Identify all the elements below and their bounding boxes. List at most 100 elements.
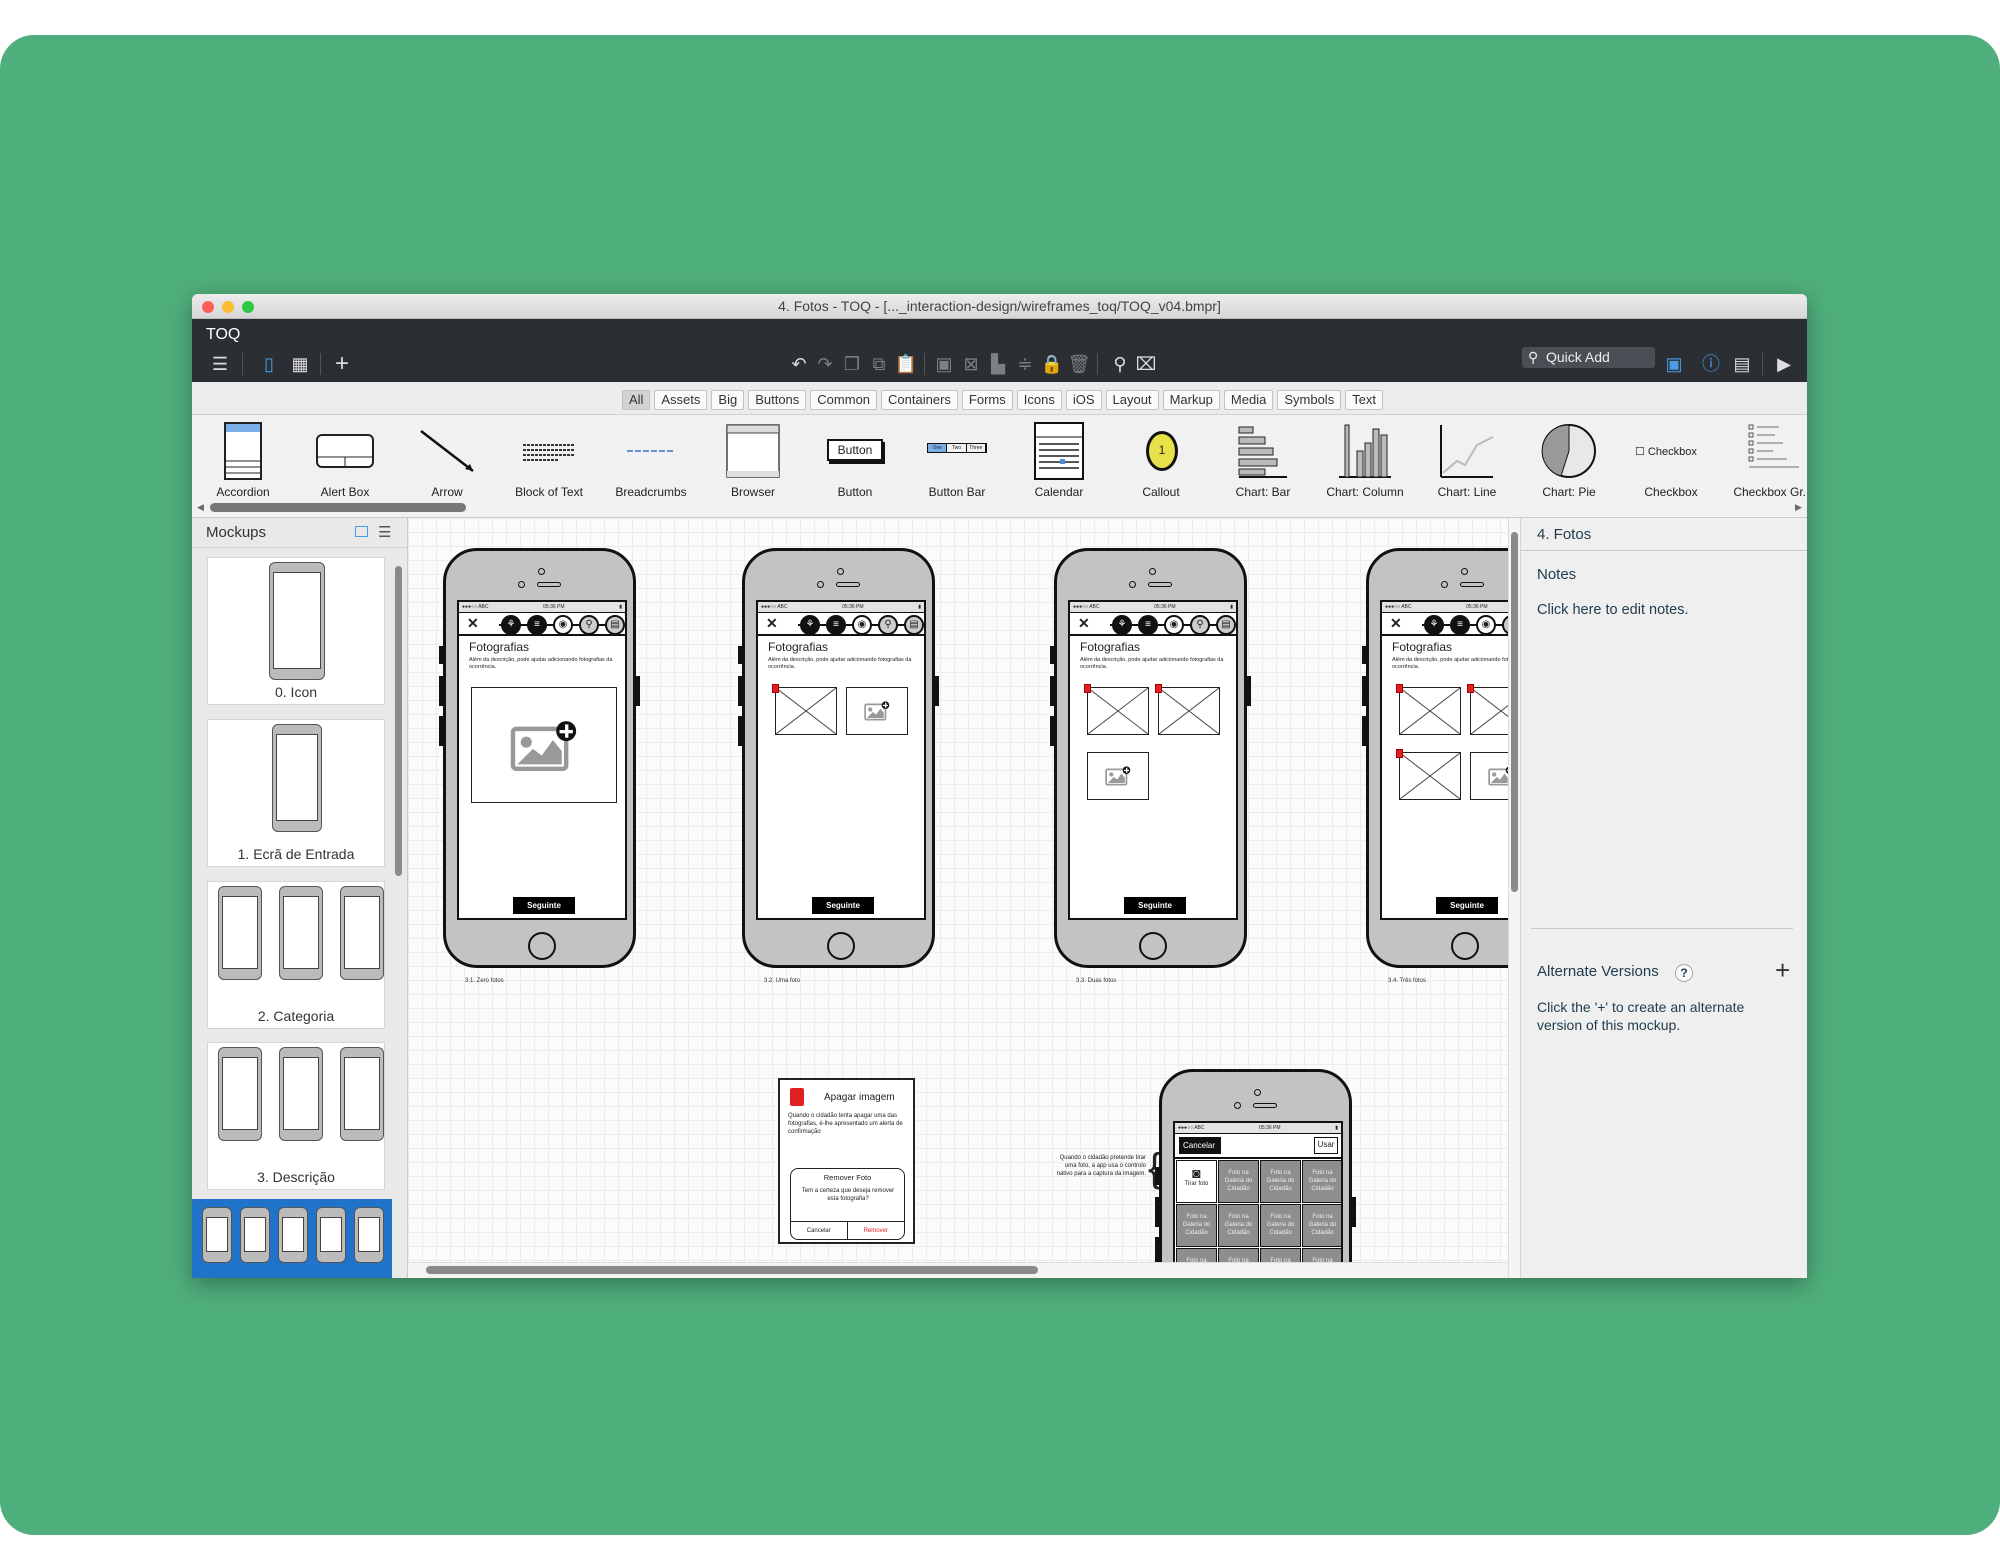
add-photo-slot[interactable] [1087, 752, 1149, 800]
add-mockup-icon[interactable]: + [330, 352, 354, 376]
delete-photo-icon[interactable] [1084, 684, 1091, 693]
close-icon[interactable]: ✕ [766, 615, 778, 632]
camera-icon[interactable]: ◉ [852, 615, 872, 635]
cancel-button[interactable]: Cancelar [1179, 1137, 1221, 1154]
notes-field[interactable]: Click here to edit notes. [1537, 602, 1689, 618]
delete-photo-icon[interactable] [1467, 684, 1474, 693]
phone-mockup[interactable]: ●●●○○ ABC05:36 PM▮✕⚘≡◉⚲▤FotografiasAlém … [439, 548, 640, 968]
gallery-photo-tile[interactable]: Foto na Galeria do Cidadão [1176, 1248, 1217, 1262]
next-button[interactable]: Seguinte [513, 897, 575, 914]
description-icon[interactable]: ≡ [826, 615, 846, 635]
duplicate-icon[interactable]: ⧉ [867, 352, 891, 376]
minimize-window-button[interactable] [222, 301, 234, 313]
library-item-chart-bar[interactable]: Chart: Bar [1212, 421, 1314, 499]
camera-icon[interactable]: ◉ [1164, 615, 1184, 635]
group-icon[interactable]: ▣ [932, 352, 956, 376]
camera-icon[interactable]: ◉ [1476, 615, 1496, 635]
mockup-thumbnail[interactable]: 2. Categoria [207, 881, 385, 1029]
delete-photo-icon[interactable] [1396, 749, 1403, 758]
mockup-thumbnail[interactable]: 0. Icon [207, 557, 385, 705]
category-icon[interactable]: ⚘ [1112, 615, 1132, 635]
gallery-photo-tile[interactable]: Foto na Galeria do Cidadão [1218, 1248, 1259, 1262]
library-item-accordion[interactable]: Accordion [192, 421, 294, 499]
library-item-checkbox-gr[interactable]: Checkbox Gr... [1722, 421, 1807, 499]
filter-tab-symbols[interactable]: Symbols [1277, 390, 1342, 410]
filter-tab-text[interactable]: Text [1345, 390, 1384, 410]
description-icon[interactable]: ≡ [527, 615, 547, 635]
delete-photo-icon[interactable] [1155, 684, 1162, 693]
delete-photo-icon[interactable] [772, 684, 779, 693]
mockup-thumbnail[interactable]: 1. Ecrã de Entrada [207, 719, 385, 867]
filter-tab-common[interactable]: Common [810, 390, 878, 410]
location-icon[interactable]: ⚲ [579, 615, 599, 635]
library-item-button-bar[interactable]: One Two Three Button Bar [906, 421, 1008, 499]
gallery-photo-tile[interactable]: Foto na Galeria do Cidadão [1260, 1204, 1301, 1247]
mockup-thumbnail[interactable]: 3. Descrição [207, 1042, 385, 1190]
filter-tab-markup[interactable]: Markup [1162, 390, 1220, 410]
summary-icon[interactable]: ▤ [1216, 615, 1236, 635]
menu-icon[interactable]: ☰ [208, 352, 232, 376]
align-icon[interactable]: ≑ [1013, 352, 1037, 376]
category-icon[interactable]: ⚘ [501, 615, 521, 635]
gallery-photo-tile[interactable]: Foto na Galeria do Cidadão [1176, 1204, 1217, 1247]
add-alternate-version-button[interactable]: + [1775, 955, 1790, 986]
add-photo-button[interactable] [1488, 766, 1508, 786]
gallery-photo-tile[interactable]: Foto na Galeria do Cidadão [1302, 1248, 1341, 1262]
scroll-right-icon[interactable]: ▶ [1795, 502, 1802, 513]
photo-thumbnail[interactable] [1399, 687, 1461, 735]
gallery-photo-tile[interactable]: Foto na Galeria do Cidadão [1218, 1204, 1259, 1247]
info-icon[interactable]: ⓘ [1699, 352, 1723, 376]
filter-tab-forms[interactable]: Forms [961, 390, 1013, 410]
location-icon[interactable]: ⚲ [1190, 615, 1210, 635]
next-button[interactable]: Seguinte [812, 897, 874, 914]
sidebar-scrollbar[interactable] [395, 566, 402, 876]
filter-tab-assets[interactable]: Assets [654, 390, 708, 410]
photo-thumbnail[interactable] [1470, 687, 1508, 735]
gallery-photo-tile[interactable]: Foto na Galeria do Cidadão [1260, 1160, 1301, 1203]
close-icon[interactable]: ✕ [467, 615, 479, 632]
add-photo-slot[interactable] [1470, 752, 1508, 800]
phone-mockup[interactable]: ●●●○○ ABC05:36 PM▮✕⚘≡◉⚲▤FotografiasAlém … [1362, 548, 1508, 968]
gallery-photo-tile[interactable]: Foto na Galeria do Cidadão [1302, 1204, 1341, 1247]
mockup-thumbnail[interactable] [192, 1199, 392, 1278]
mockup-canvas[interactable]: ●●●○○ ABC 05:36 PM ▮ ✕ ⚘ ≡ ◉ ⚲ ▤ Fotografias Além … [408, 518, 1508, 1262]
library-item-callout[interactable]: 1 Callout [1110, 421, 1212, 499]
gallery-photo-tile[interactable]: Foto na Galeria do Cidadão [1302, 1160, 1341, 1203]
ungroup-icon[interactable]: ⊠ [959, 352, 983, 376]
library-scrollbar[interactable] [210, 503, 466, 512]
filter-tab-big[interactable]: Big [711, 390, 745, 410]
photo-thumbnail[interactable] [1158, 687, 1220, 735]
scroll-left-icon[interactable]: ◀ [197, 502, 204, 513]
library-item-alert-box[interactable]: Alert Box [294, 421, 396, 499]
description-icon[interactable]: ≡ [1450, 615, 1470, 635]
filter-tab-ios[interactable]: iOS [1065, 390, 1102, 410]
camera-phone-mockup[interactable]: ●●●○○ ABC 05:36 PM ▮ Cancelar Usar ◙ Tirar fot… [1155, 1069, 1356, 1262]
next-button[interactable]: Seguinte [1436, 897, 1498, 914]
scroll-thumb[interactable] [1511, 532, 1518, 892]
filter-tab-icons[interactable]: Icons [1016, 390, 1062, 410]
library-item-calendar[interactable]: Calendar [1008, 421, 1110, 499]
phone-mockup[interactable]: ●●●○○ ABC05:36 PM▮✕⚘≡◉⚲▤FotografiasAlém … [1050, 548, 1251, 968]
arrange-icon[interactable]: ▙ [986, 352, 1010, 376]
close-window-button[interactable] [202, 301, 214, 313]
user-view-icon[interactable]: ▣ [1662, 352, 1686, 376]
library-item-browser[interactable]: Browser [702, 421, 804, 499]
add-photo-button[interactable] [510, 720, 578, 771]
location-icon[interactable]: ⚲ [878, 615, 898, 635]
dialog-cancel-button[interactable]: Cancelar [791, 1221, 848, 1239]
photo-thumbnail[interactable] [775, 687, 837, 735]
filter-tab-buttons[interactable]: Buttons [748, 390, 807, 410]
filter-tab-all[interactable]: All [621, 390, 651, 410]
library-item-breadcrumbs[interactable]: Breadcrumbs [600, 421, 702, 499]
library-item-block-of-text[interactable]: Block of Text [498, 421, 600, 499]
redo-icon[interactable]: ↷ [813, 352, 837, 376]
use-button[interactable]: Usar [1314, 1137, 1338, 1154]
delete-photo-icon[interactable] [1396, 684, 1403, 693]
quick-add-input[interactable]: ⚲ Quick Add [1522, 347, 1655, 368]
scroll-thumb[interactable] [426, 1266, 1038, 1274]
notes-panel-icon[interactable]: ▤ [1730, 352, 1754, 376]
summary-icon[interactable]: ▤ [605, 615, 625, 635]
canvas-horizontal-scrollbar[interactable] [408, 1262, 1508, 1278]
gallery-photo-tile[interactable]: Foto na Galeria do Cidadão [1260, 1248, 1301, 1262]
presentation-icon[interactable]: ▶ [1772, 352, 1796, 376]
